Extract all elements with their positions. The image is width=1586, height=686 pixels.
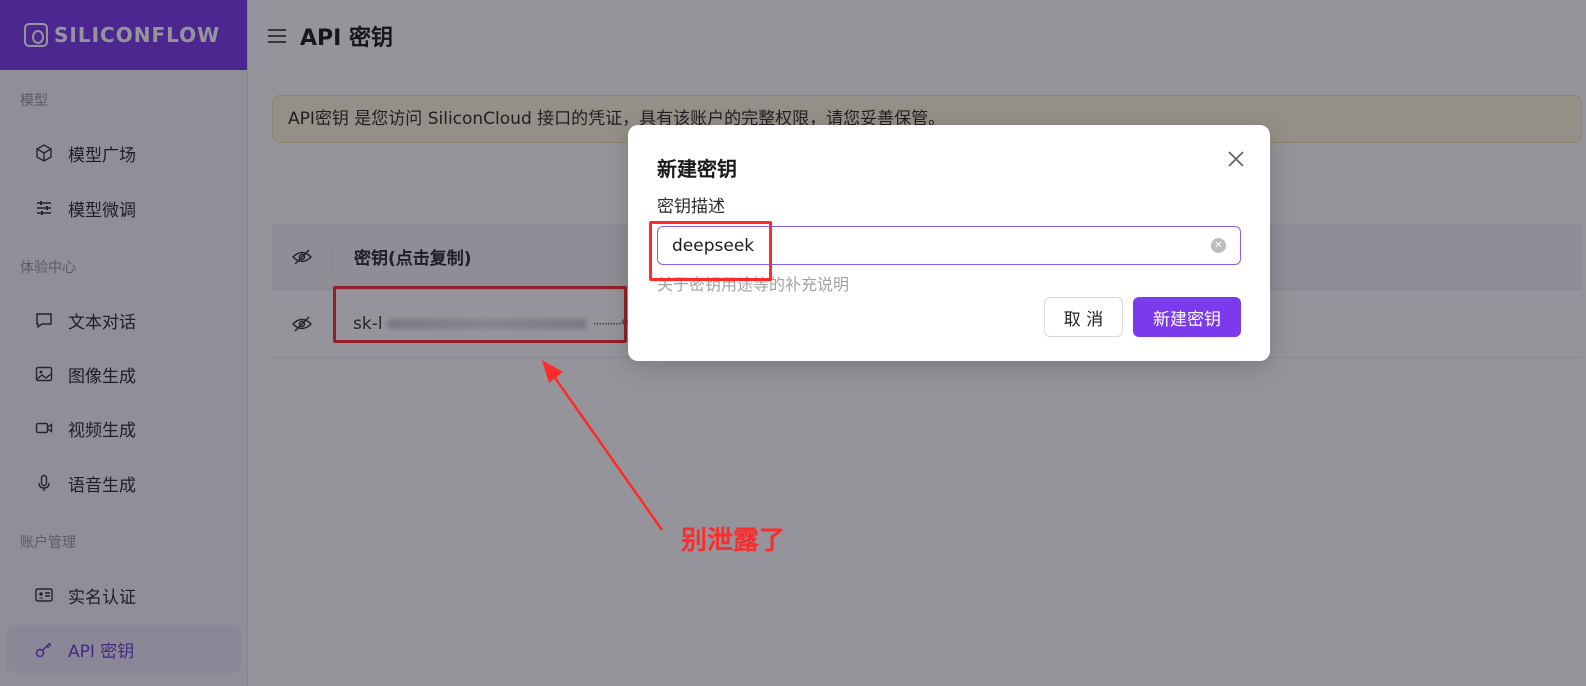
close-icon[interactable]	[1224, 147, 1248, 171]
clear-icon[interactable]: ✕	[1211, 238, 1226, 253]
modal-title: 新建密钥	[657, 157, 737, 181]
create-key-button[interactable]: 新建密钥	[1133, 297, 1241, 337]
annotation-text: 别泄露了	[681, 526, 786, 556]
input-highlight-box	[649, 221, 772, 281]
cancel-button[interactable]: 取 消	[1044, 297, 1123, 337]
key-description-label: 密钥描述	[657, 197, 725, 217]
